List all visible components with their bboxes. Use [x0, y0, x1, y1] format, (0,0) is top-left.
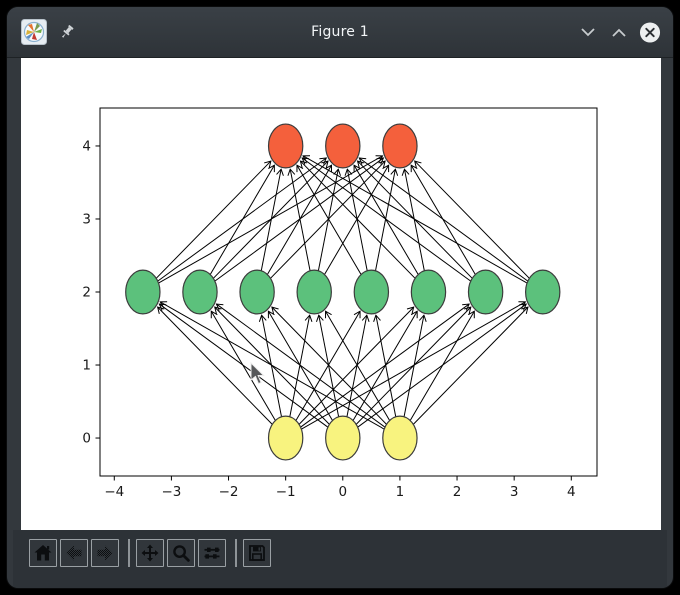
move-cross-icon	[140, 543, 160, 563]
unshade-chevron-up-icon[interactable]	[608, 21, 630, 43]
x-tick-label: −2	[219, 484, 239, 500]
home-button[interactable]	[29, 539, 57, 567]
connection-arrow	[359, 158, 528, 281]
toolbar-separator	[128, 539, 130, 567]
neuron-node[interactable]	[183, 270, 217, 314]
connection-arrow	[267, 165, 331, 274]
window-title: Figure 1	[7, 24, 673, 40]
connection-arrow	[159, 304, 328, 427]
sliders-icon	[202, 543, 222, 563]
neuron-node[interactable]	[383, 416, 417, 460]
connection-arrow	[410, 311, 474, 420]
mouse-cursor	[251, 363, 264, 384]
connection-arrow	[296, 311, 360, 420]
hidden-layer	[126, 270, 560, 314]
neuron-node[interactable]	[269, 124, 303, 168]
figure-window: Figure 1 −4 −3 −2 −1 0 1 2 3 4 0 1 2 3 4	[6, 6, 674, 589]
input-layer	[269, 416, 418, 460]
x-tick-label: −1	[276, 484, 296, 500]
connection-arrow	[415, 161, 530, 278]
neuron-node[interactable]	[326, 416, 360, 460]
y-tick-label: 2	[82, 285, 91, 301]
x-tick-label: 4	[567, 484, 576, 500]
matplotlib-app-icon	[21, 19, 47, 45]
y-tick-label: 3	[82, 211, 91, 227]
magnifier-icon	[171, 543, 191, 563]
plot-canvas[interactable]: −4 −3 −2 −1 0 1 2 3 4 0 1 2 3 4	[21, 58, 661, 530]
neuron-node[interactable]	[240, 270, 274, 314]
x-tick-label: 1	[396, 484, 405, 500]
zoom-rect-button[interactable]	[167, 539, 195, 567]
shade-chevron-down-icon[interactable]	[577, 21, 599, 43]
pin-icon[interactable]	[57, 22, 77, 42]
neuron-node[interactable]	[326, 124, 360, 168]
connection-arrow	[413, 307, 528, 424]
close-icon[interactable]	[639, 21, 661, 43]
y-tick-label: 1	[82, 358, 91, 374]
connection-arrow	[158, 307, 273, 424]
home-icon	[33, 543, 53, 563]
neuron-node[interactable]	[354, 270, 388, 314]
arrow-left-icon	[64, 543, 84, 563]
neuron-node[interactable]	[383, 124, 417, 168]
connection-arrow	[300, 161, 415, 278]
connection-arrow	[210, 165, 274, 274]
neuron-node[interactable]	[126, 270, 160, 314]
forward-button[interactable]	[91, 539, 119, 567]
connection-arrow	[216, 304, 385, 427]
arrow-right-icon	[95, 543, 115, 563]
configure-subplots-button[interactable]	[198, 539, 226, 567]
neuron-node[interactable]	[468, 270, 502, 314]
x-tick-label: 2	[453, 484, 462, 500]
titlebar: Figure 1	[7, 7, 673, 58]
network-diagram: −4 −3 −2 −1 0 1 2 3 4 0 1 2 3 4	[21, 58, 661, 530]
neuron-node[interactable]	[269, 416, 303, 460]
neuron-node[interactable]	[526, 270, 560, 314]
save-button[interactable]	[243, 539, 271, 567]
navigation-toolbar	[13, 530, 667, 589]
y-tick-label: 4	[82, 138, 91, 154]
toolbar-separator	[235, 539, 237, 567]
x-tick-label: −3	[161, 484, 181, 500]
back-button[interactable]	[60, 539, 88, 567]
connection-arrow	[160, 302, 384, 429]
connection-arrow	[303, 156, 527, 283]
connection-arrow	[326, 311, 390, 420]
screen: Figure 1 −4 −3 −2 −1 0 1 2 3 4 0 1 2 3 4	[0, 0, 680, 595]
window-controls	[577, 21, 661, 43]
y-tick-label: 0	[82, 431, 91, 447]
connection-arrow	[353, 311, 417, 420]
connection-arrow	[213, 161, 328, 278]
x-tick-label: 0	[338, 484, 347, 500]
neuron-node[interactable]	[411, 270, 445, 314]
x-tick-label: −4	[104, 484, 124, 500]
connection-arrow	[270, 161, 385, 278]
output-layer	[269, 124, 418, 168]
x-tick-label: 3	[510, 484, 519, 500]
connection-arrow	[356, 307, 471, 424]
connection-arrow	[156, 161, 271, 278]
pan-button[interactable]	[136, 539, 164, 567]
neuron-node[interactable]	[297, 270, 331, 314]
floppy-disk-icon	[247, 543, 267, 563]
